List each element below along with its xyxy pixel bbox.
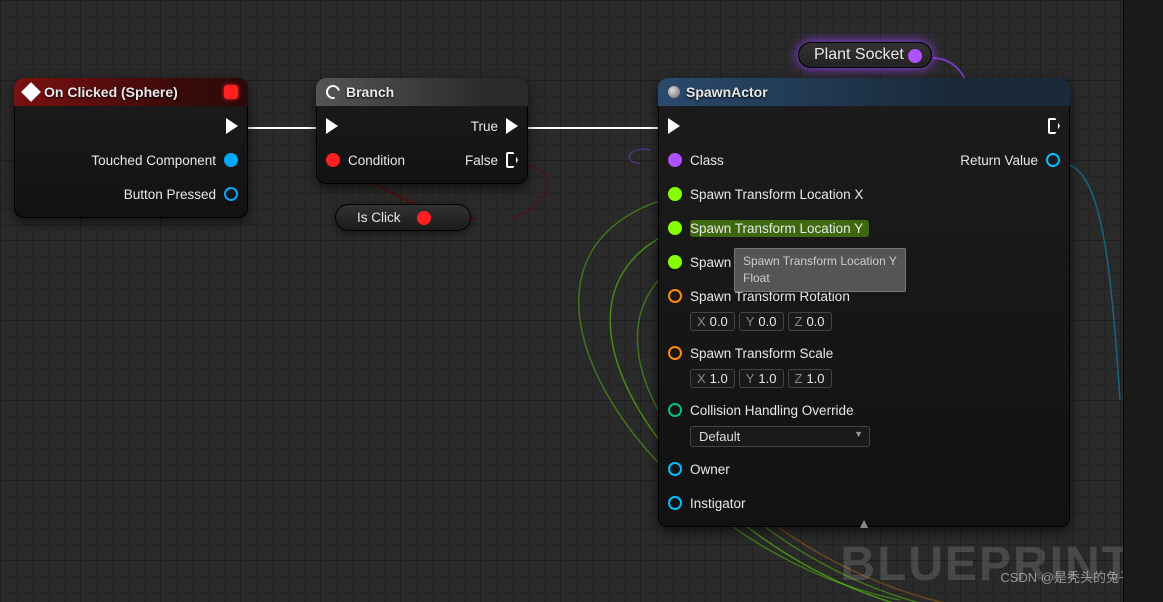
tooltip: Spawn Transform Location Y Float <box>734 248 906 292</box>
output-label: Button Pressed <box>124 187 216 202</box>
node-header[interactable]: Branch <box>316 78 528 106</box>
false-label: False <box>465 153 498 168</box>
scl-z-input[interactable]: Z1.0 <box>788 369 832 388</box>
expand-arrow-icon[interactable]: ▲ <box>857 515 871 531</box>
loc-x-label: Spawn Transform Location X <box>690 187 863 202</box>
variable-label: Plant Socket <box>814 46 904 63</box>
delegate-pin[interactable] <box>224 85 238 99</box>
spawn-icon <box>668 86 680 98</box>
rot-x-input[interactable]: X0.0 <box>690 312 735 331</box>
exec-in-pin[interactable] <box>668 118 680 134</box>
loc-z-pin[interactable] <box>668 255 682 269</box>
loc-y-label: Spawn Transform Location Y <box>690 220 869 237</box>
rotation-pin[interactable] <box>668 289 682 303</box>
scl-x-input[interactable]: X1.0 <box>690 369 735 388</box>
collision-dropdown[interactable]: Default <box>690 426 870 447</box>
node-title: Branch <box>346 84 394 100</box>
condition-label: Condition <box>348 153 405 168</box>
event-icon <box>21 82 41 102</box>
return-label: Return Value <box>960 153 1038 168</box>
variable-label: Is Click <box>357 210 401 225</box>
output-label: Touched Component <box>91 153 216 168</box>
instigator-pin[interactable] <box>668 496 682 510</box>
node-branch[interactable]: Branch True Condition False <box>316 78 528 184</box>
true-label: True <box>471 119 498 134</box>
plant-socket-pin[interactable] <box>908 49 922 63</box>
rot-z-input[interactable]: Z0.0 <box>788 312 832 331</box>
condition-pin[interactable] <box>326 153 340 167</box>
collision-label: Collision Handling Override <box>690 403 854 418</box>
rot-y-input[interactable]: Y0.0 <box>739 312 784 331</box>
is-click-out-pin[interactable] <box>417 211 431 225</box>
instigator-label: Instigator <box>690 496 746 511</box>
loc-y-pin[interactable] <box>668 221 682 235</box>
node-title: SpawnActor <box>686 84 768 100</box>
exec-in-pin[interactable] <box>326 118 338 134</box>
class-pin[interactable] <box>668 153 682 167</box>
class-label: Class <box>690 153 724 168</box>
variable-plant-socket[interactable]: Plant Socket <box>798 42 932 68</box>
node-spawn-actor[interactable]: SpawnActor Class Return Value Spawn Tran… <box>658 78 1070 527</box>
exec-out-pin[interactable] <box>1048 118 1060 134</box>
exec-out-pin[interactable] <box>226 118 238 134</box>
node-header[interactable]: On Clicked (Sphere) <box>14 78 248 106</box>
rotation-inputs: X0.0 Y0.0 Z0.0 <box>690 312 1060 331</box>
false-exec-pin[interactable] <box>506 152 518 168</box>
node-title: On Clicked (Sphere) <box>44 84 178 100</box>
loc-x-pin[interactable] <box>668 187 682 201</box>
variable-is-click[interactable]: Is Click <box>335 204 471 231</box>
scale-inputs: X1.0 Y1.0 Z1.0 <box>690 369 1060 388</box>
collision-pin[interactable] <box>668 403 682 417</box>
right-panel-edge <box>1123 0 1163 602</box>
scale-label: Spawn Transform Scale <box>690 346 833 361</box>
scale-pin[interactable] <box>668 346 682 360</box>
branch-icon <box>323 82 342 101</box>
owner-pin[interactable] <box>668 462 682 476</box>
node-header[interactable]: SpawnActor <box>658 78 1070 106</box>
true-exec-pin[interactable] <box>506 118 518 134</box>
scl-y-input[interactable]: Y1.0 <box>739 369 784 388</box>
button-pressed-pin[interactable] <box>224 187 238 201</box>
touched-component-pin[interactable] <box>224 153 238 167</box>
node-on-clicked[interactable]: On Clicked (Sphere) Touched Component Bu… <box>14 78 248 218</box>
owner-label: Owner <box>690 462 730 477</box>
return-value-pin[interactable] <box>1046 153 1060 167</box>
